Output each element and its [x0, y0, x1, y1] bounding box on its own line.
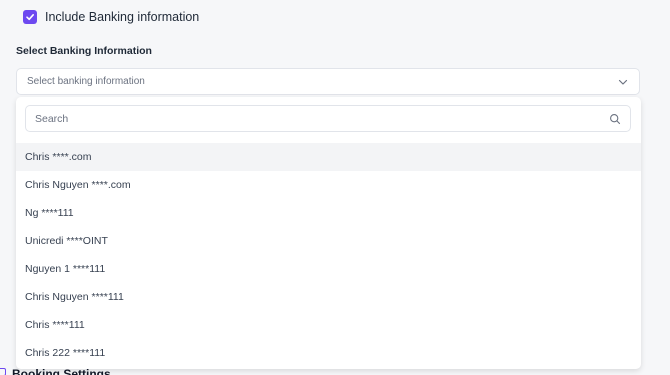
dropdown-option[interactable]: Chris ****111	[16, 311, 641, 339]
dropdown-search-input[interactable]: Search	[25, 105, 631, 132]
banking-dropdown: Search Chris ****.com Chris Nguyen ****.…	[16, 97, 641, 369]
select-banking-label: Select Banking Information	[16, 45, 152, 57]
dropdown-option[interactable]: Chris Nguyen ****111	[16, 283, 641, 311]
dropdown-option[interactable]: Chris 222 ****111	[16, 339, 641, 367]
dropdown-option[interactable]: Unicredi ****OINT	[16, 227, 641, 255]
check-icon	[26, 14, 34, 21]
chevron-down-icon	[618, 79, 628, 85]
booking-settings-icon	[0, 368, 6, 375]
banking-select[interactable]: Select banking information	[16, 68, 640, 95]
booking-settings-title: Booking Settings	[12, 367, 111, 375]
include-banking-label: Include Banking information	[45, 10, 200, 24]
include-banking-row[interactable]: Include Banking information	[23, 10, 199, 24]
dropdown-options: Chris ****.com Chris Nguyen ****.com Ng …	[16, 143, 641, 367]
dropdown-option[interactable]: Ng ****111	[16, 199, 641, 227]
banking-select-placeholder: Select banking information	[27, 76, 145, 87]
dropdown-option[interactable]: Nguyen 1 ****111	[16, 255, 641, 283]
search-placeholder: Search	[35, 112, 69, 125]
include-banking-checkbox[interactable]	[23, 10, 37, 24]
dropdown-option[interactable]: Chris Nguyen ****.com	[16, 171, 641, 199]
search-icon	[610, 113, 621, 124]
dropdown-option[interactable]: Chris ****.com	[16, 143, 641, 171]
page: Include Banking information Select Banki…	[0, 0, 670, 375]
